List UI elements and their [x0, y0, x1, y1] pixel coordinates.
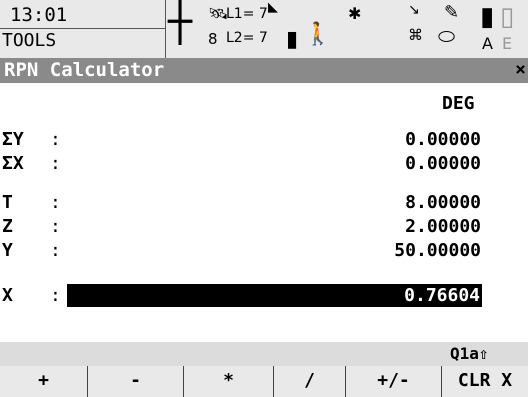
page-title: RPN Calculator [4, 59, 165, 81]
person-antenna-icon: 🚶 [304, 22, 332, 47]
register-colon: : [50, 285, 61, 306]
register-colon: : [50, 216, 61, 237]
close-icon[interactable]: × [515, 59, 526, 80]
link-icon: ↘ [408, 2, 420, 18]
add-button[interactable]: + [0, 366, 88, 397]
l2-count: L2= 7 [226, 30, 268, 46]
bluetooth-icon: ✱ [348, 4, 362, 23]
register-z-value: 2.00000 [405, 216, 481, 237]
keyboard-indicator: A [482, 34, 493, 53]
clear-x-button[interactable]: CLR X [442, 366, 528, 397]
register-x-value: 0.76604 [404, 285, 480, 306]
time-display: 13:01 [10, 4, 68, 26]
register-z-label: Z [2, 216, 13, 237]
battery-icon: ▮ [286, 27, 299, 52]
battery-level-icon: ▮ [480, 2, 495, 32]
subtract-button[interactable]: - [88, 366, 184, 397]
change-sign-button[interactable]: +/- [346, 366, 442, 397]
window-title-bar: RPN Calculator × [0, 58, 528, 83]
multiply-button[interactable]: * [184, 366, 274, 397]
crosshair-icon: ┼ [168, 0, 193, 45]
network-icon: ⌘ [408, 26, 423, 44]
angle-mode-label: DEG [442, 93, 475, 114]
register-colon: : [50, 129, 61, 150]
divide-button[interactable]: / [274, 366, 346, 397]
status-icons: ┼ 🛰 8 L1= 7 L2= 7 ◣ ▮ 🚶 ✱ ↘ ⌘ ✎ ⬭ ▮ ▯ A … [168, 0, 528, 56]
register-x-label: X [2, 285, 13, 306]
signal-icon: ◣ [268, 0, 278, 15]
register-x-field[interactable]: 0.76604 [67, 284, 482, 307]
register-colon: : [50, 192, 61, 213]
input-mode-indicator: Q1a⇧ [450, 344, 489, 363]
register-y-label: Y [2, 240, 13, 261]
sat-count: 8 [208, 30, 218, 48]
register-y-value: 50.00000 [394, 240, 481, 261]
keyboard-indicator-2: E [502, 34, 513, 53]
l1-count: L1= 7 [226, 6, 268, 22]
register-sum-x-label: ΣX [2, 153, 24, 174]
menu-context: TOOLS [2, 30, 57, 51]
battery-level-icon-2: ▯ [500, 2, 515, 32]
eraser-icon: ⬭ [438, 24, 456, 48]
register-t-value: 8.00000 [405, 192, 481, 213]
register-sum-y-value: 0.00000 [405, 129, 481, 150]
register-colon: : [50, 153, 61, 174]
input-mode-bar: Q1a⇧ [0, 342, 528, 366]
status-divider-vertical [165, 0, 166, 58]
status-divider [0, 28, 165, 29]
register-t-label: T [2, 192, 13, 213]
register-sum-y-label: ΣY [2, 129, 24, 150]
status-bar: 13:01 TOOLS ┼ 🛰 8 L1= 7 L2= 7 ◣ ▮ 🚶 ✱ ↘ … [0, 0, 528, 58]
softkey-bar: + - * / +/- CLR X [0, 366, 528, 397]
register-colon: : [50, 240, 61, 261]
register-sum-x-value: 0.00000 [405, 153, 481, 174]
pen-icon: ✎ [444, 2, 460, 23]
